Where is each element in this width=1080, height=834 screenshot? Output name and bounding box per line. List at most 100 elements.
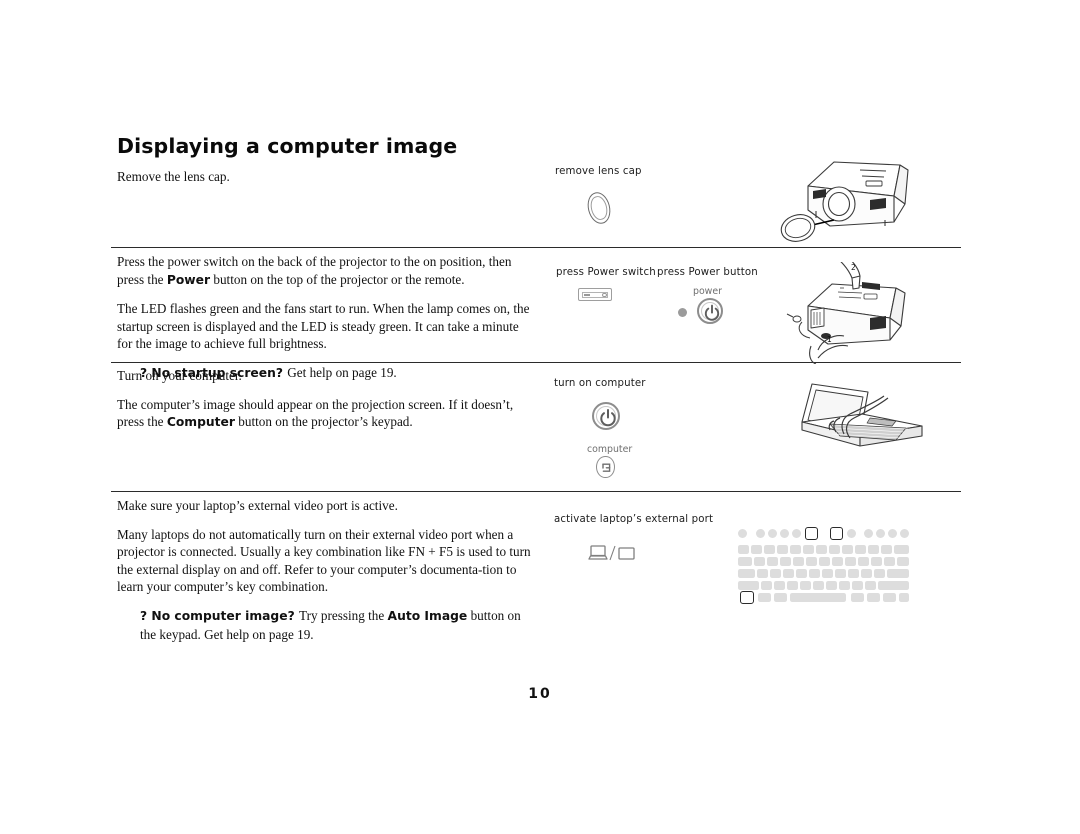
key-row2	[832, 557, 843, 566]
lens-cap-icon	[584, 189, 614, 227]
key-arrow	[899, 593, 909, 602]
callout-turn-on-computer: turn on computer	[554, 378, 646, 389]
section-text-turn-on-computer: Turn on your computer. The computer’s im…	[117, 367, 537, 432]
key-row2	[780, 557, 791, 566]
key-f4	[792, 529, 801, 538]
key-row4	[787, 581, 798, 590]
key-f11	[900, 529, 909, 538]
key-f9	[876, 529, 885, 538]
key-row2	[819, 557, 830, 566]
label-computer: computer	[587, 444, 633, 455]
key-row1	[751, 545, 762, 554]
key-row3	[861, 569, 872, 578]
key-row4	[826, 581, 837, 590]
key-row2	[884, 557, 895, 566]
key-fn-highlight	[740, 591, 754, 604]
key-f6-highlight	[830, 527, 843, 540]
key-row4	[852, 581, 863, 590]
key-row4	[774, 581, 785, 590]
key-row1	[738, 545, 749, 554]
label-power: power	[693, 286, 722, 297]
key-f2	[768, 529, 777, 538]
key-row1	[868, 545, 879, 554]
key-backspace	[894, 545, 909, 554]
section-text-power-on-projector: Press the power switch on the back of th…	[117, 253, 537, 383]
key-enter	[887, 569, 909, 578]
projector-lens-cap-illustration	[780, 161, 909, 242]
step-marker-1: 1	[827, 335, 832, 344]
key-ctrl	[758, 593, 771, 602]
computer-button-icon	[596, 456, 615, 478]
power-button-icon	[697, 298, 723, 324]
laptop-keyboard-illustration	[738, 527, 918, 609]
key-row1	[777, 545, 788, 554]
computer-power-button-icon	[592, 402, 620, 430]
key-esc	[738, 529, 747, 538]
key-row3	[848, 569, 859, 578]
key-row2	[793, 557, 804, 566]
key-row4	[839, 581, 850, 590]
key-row3	[757, 569, 768, 578]
key-f7	[847, 529, 856, 538]
section-text-remove-lens-cap: Remove the lens cap.	[117, 168, 537, 186]
manual-page: Displaying a computer image Remove the l…	[0, 0, 1080, 834]
paragraph: Press the power switch on the back of th…	[117, 254, 512, 287]
paragraph: The computer’s image should appear on th…	[117, 396, 514, 430]
power-switch-dash	[584, 294, 590, 296]
key-row1	[855, 545, 866, 554]
key-row2	[767, 557, 778, 566]
key-space	[790, 593, 846, 602]
key-row2	[858, 557, 869, 566]
key-row3	[822, 569, 833, 578]
key-menu	[867, 593, 880, 602]
laptop-monitor-toggle-icon	[588, 545, 635, 561]
step-marker-2: 2	[851, 263, 856, 272]
key-alt-right	[851, 593, 864, 602]
key-row4	[761, 581, 772, 590]
key-f1	[756, 529, 765, 538]
key-row2	[871, 557, 882, 566]
page-number: 10	[528, 686, 552, 702]
key-shift-right	[878, 581, 909, 590]
key-row2	[806, 557, 817, 566]
key-row1	[790, 545, 801, 554]
callout-press-power-switch: press Power switch	[556, 267, 656, 278]
key-row4	[800, 581, 811, 590]
key-row2	[845, 557, 856, 566]
key-row1	[803, 545, 814, 554]
key-row3	[874, 569, 885, 578]
key-row1	[829, 545, 840, 554]
key-row4	[865, 581, 876, 590]
key-f10	[888, 529, 897, 538]
callout-press-power-button: press Power button	[657, 267, 758, 278]
paragraph: Remove the lens cap.	[117, 169, 230, 184]
power-switch-icon	[578, 288, 612, 301]
page-title: Displaying a computer image	[117, 134, 458, 158]
key-f8	[864, 529, 873, 538]
key-f3	[780, 529, 789, 538]
paragraph: Many laptops do not automatically turn o…	[117, 526, 531, 595]
tip-no-computer-image: ? No computer image? Try pressing the Au…	[140, 607, 521, 642]
key-alt	[774, 593, 787, 602]
key-row1	[842, 545, 853, 554]
key-f5-highlight	[805, 527, 818, 540]
power-switch-circle	[602, 292, 607, 298]
key-row2	[897, 557, 909, 566]
key-row2	[754, 557, 765, 566]
paragraph: The LED flashes green and the fans start…	[117, 301, 530, 352]
key-tab	[738, 557, 752, 566]
key-row1	[764, 545, 775, 554]
led-indicator-icon	[678, 308, 687, 317]
key-row1	[816, 545, 827, 554]
key-ctrl-right	[883, 593, 896, 602]
key-row4	[813, 581, 824, 590]
paragraph: Turn on your computer.	[117, 368, 242, 383]
key-row3	[796, 569, 807, 578]
key-shift-left	[738, 581, 759, 590]
key-row1	[881, 545, 892, 554]
section-text-activate-external-port: Make sure your laptop’s external video p…	[117, 497, 537, 643]
key-row3	[809, 569, 820, 578]
key-row3	[770, 569, 781, 578]
callout-remove-lens-cap: remove lens cap	[555, 166, 642, 177]
paragraph: Make sure your laptop’s external video p…	[117, 498, 398, 513]
